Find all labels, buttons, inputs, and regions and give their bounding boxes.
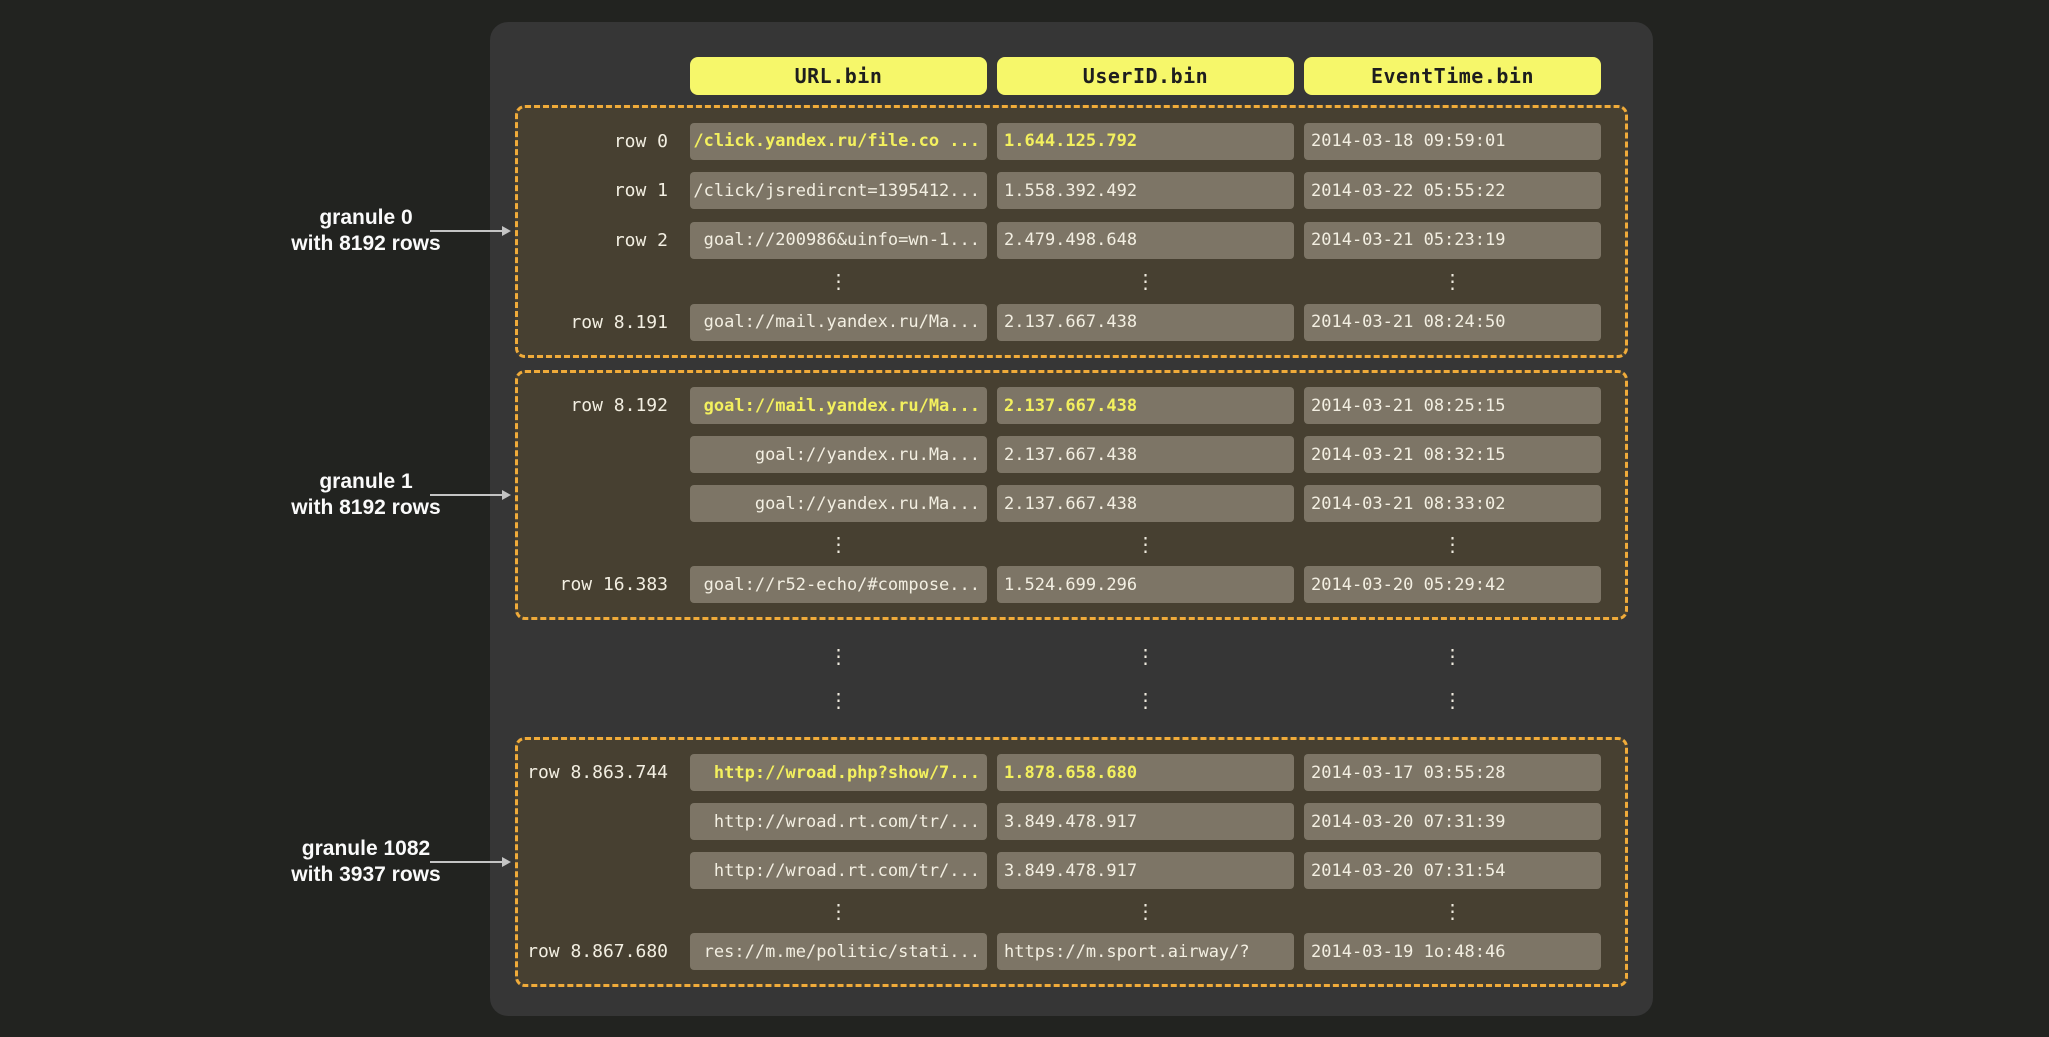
eventtime-cell: 2014-03-21 08:32:15 (1304, 436, 1601, 473)
vertical-ellipsis: ⋮ (1304, 901, 1601, 921)
vertical-ellipsis: ⋮ (997, 646, 1294, 666)
granule-1-box: row 8.192 goal://mail.yandex.ru/Ma... 2.13… (515, 370, 1628, 620)
annotation-line: granule 1082 (256, 836, 476, 862)
annotation-line: granule 0 (256, 205, 476, 231)
userid-cell: 2.137.667.438 (997, 485, 1294, 522)
row-label: row 1 (520, 180, 680, 201)
row-label: row 8.192 (520, 395, 680, 416)
eventtime-cell: 2014-03-20 07:31:54 (1304, 852, 1601, 889)
table-row: row 8.191 goal://mail.yandex.ru/Ma... 2.13… (520, 304, 1625, 341)
table-row: row 2 goal://200986&uinfo=wn-1... 2.479.49… (520, 222, 1625, 259)
annotation-line: granule 1 (256, 469, 476, 495)
vertical-ellipsis: ⋮ (1304, 646, 1601, 666)
url-cell: res://m.me/politic/stati... (690, 933, 987, 970)
table-row: row 8.192 goal://mail.yandex.ru/Ma... 2.13… (520, 387, 1625, 424)
header-spacer (520, 57, 680, 95)
granule-0-box: row 0/click.yandex.ru/file.co ... 1.644.1… (515, 105, 1628, 358)
diagram-panel: URL.bin UserID.bin EventTime.bin row 0/c… (490, 22, 1653, 1016)
url-cell: http://wroad.rt.com/tr/... (690, 852, 987, 889)
eventtime-cell: 2014-03-17 03:55:28 (1304, 754, 1601, 791)
eventtime-cell: 2014-03-21 08:33:02 (1304, 485, 1601, 522)
userid-cell: 1.644.125.792 (997, 123, 1294, 160)
vertical-ellipsis: ⋮ (1304, 690, 1601, 710)
userid-cell: 3.849.478.917 (997, 852, 1294, 889)
url-cell: http://wroad.php?show/7... (690, 754, 987, 791)
table-row: goal://yandex.ru.Ma... 2.137.667.438 2014-… (520, 485, 1625, 522)
ellipsis-row: ⋮ ⋮ ⋮ (520, 901, 1625, 921)
eventtime-cell: 2014-03-21 05:23:19 (1304, 222, 1601, 259)
url-cell: goal://mail.yandex.ru/Ma... (690, 304, 987, 341)
column-header-url: URL.bin (690, 57, 987, 95)
url-cell: /click/jsredircnt=1395412... (690, 172, 987, 209)
vertical-ellipsis: ⋮ (690, 271, 987, 291)
table-row: row 8.863.744 http://wroad.php?show/7... 1… (520, 754, 1625, 791)
annotation-arrow-icon (430, 230, 502, 232)
ellipsis-row: ⋮ ⋮ ⋮ (520, 271, 1625, 291)
table-row: row 0/click.yandex.ru/file.co ... 1.644.1… (520, 123, 1625, 160)
eventtime-cell: 2014-03-18 09:59:01 (1304, 123, 1601, 160)
vertical-ellipsis: ⋮ (997, 534, 1294, 554)
userid-cell: 3.849.478.917 (997, 803, 1294, 840)
annotation-arrow-icon (430, 861, 502, 863)
eventtime-cell: 2014-03-20 05:29:42 (1304, 566, 1601, 603)
vertical-ellipsis: ⋮ (997, 901, 1294, 921)
column-header-eventtime: EventTime.bin (1304, 57, 1601, 95)
userid-cell: 1.524.699.296 (997, 566, 1294, 603)
vertical-ellipsis: ⋮ (1304, 534, 1601, 554)
eventtime-cell: 2014-03-22 05:55:22 (1304, 172, 1601, 209)
ellipsis-row: ⋮ ⋮ ⋮ (520, 690, 1601, 710)
url-cell: goal://r52-echo/#compose... (690, 566, 987, 603)
vertical-ellipsis: ⋮ (997, 271, 1294, 291)
table-row: goal://yandex.ru.Ma... 2.137.667.438 2014-… (520, 436, 1625, 473)
row-label: row 8.867.680 (520, 941, 680, 962)
vertical-ellipsis: ⋮ (1304, 271, 1601, 291)
annotation-arrow-icon (430, 494, 502, 496)
table-row: row 16.383 goal://r52-echo/#compose... 1.5… (520, 566, 1625, 603)
vertical-ellipsis: ⋮ (690, 646, 987, 666)
row-label: row 0 (520, 131, 680, 152)
eventtime-cell: 2014-03-20 07:31:39 (1304, 803, 1601, 840)
userid-cell: 1.878.658.680 (997, 754, 1294, 791)
vertical-ellipsis: ⋮ (690, 534, 987, 554)
ellipsis-row: ⋮ ⋮ ⋮ (520, 534, 1625, 554)
userid-cell: 1.558.392.492 (997, 172, 1294, 209)
userid-cell: https://m.sport.airway/? (997, 933, 1294, 970)
table-row: http://wroad.rt.com/tr/... 3.849.478.917 2… (520, 852, 1625, 889)
annotation-line: with 8192 rows (256, 231, 476, 257)
annotation-line: with 8192 rows (256, 495, 476, 521)
userid-cell: 2.137.667.438 (997, 304, 1294, 341)
eventtime-cell: 2014-03-21 08:25:15 (1304, 387, 1601, 424)
annotation-line: with 3937 rows (256, 862, 476, 888)
table-row: row 8.867.680 res://m.me/politic/stati...… (520, 933, 1625, 970)
userid-cell: 2.479.498.648 (997, 222, 1294, 259)
row-label: row 2 (520, 230, 680, 251)
column-header-row: URL.bin UserID.bin EventTime.bin (520, 57, 1601, 95)
url-cell: goal://yandex.ru.Ma... (690, 485, 987, 522)
url-cell: /click.yandex.ru/file.co ... (690, 123, 987, 160)
vertical-ellipsis: ⋮ (690, 690, 987, 710)
table-row: http://wroad.rt.com/tr/... 3.849.478.917 2… (520, 803, 1625, 840)
between-granules-ellipsis-section: ⋮ ⋮ ⋮ ⋮ ⋮ ⋮ (520, 622, 1601, 734)
url-cell: http://wroad.rt.com/tr/... (690, 803, 987, 840)
column-header-userid: UserID.bin (997, 57, 1294, 95)
vertical-ellipsis: ⋮ (997, 690, 1294, 710)
row-label: row 16.383 (520, 574, 680, 595)
row-label: row 8.191 (520, 312, 680, 333)
eventtime-cell: 2014-03-19 1o:48:46 (1304, 933, 1601, 970)
table-row: row 1/click/jsredircnt=1395412... 1.558.3… (520, 172, 1625, 209)
url-cell: goal://200986&uinfo=wn-1... (690, 222, 987, 259)
userid-cell: 2.137.667.438 (997, 387, 1294, 424)
userid-cell: 2.137.667.438 (997, 436, 1294, 473)
url-cell: goal://mail.yandex.ru/Ma... (690, 387, 987, 424)
row-label: row 8.863.744 (520, 762, 680, 783)
eventtime-cell: 2014-03-21 08:24:50 (1304, 304, 1601, 341)
granule-1082-box: row 8.863.744 http://wroad.php?show/7... 1… (515, 737, 1628, 987)
url-cell: goal://yandex.ru.Ma... (690, 436, 987, 473)
vertical-ellipsis: ⋮ (690, 901, 987, 921)
ellipsis-row: ⋮ ⋮ ⋮ (520, 646, 1601, 666)
